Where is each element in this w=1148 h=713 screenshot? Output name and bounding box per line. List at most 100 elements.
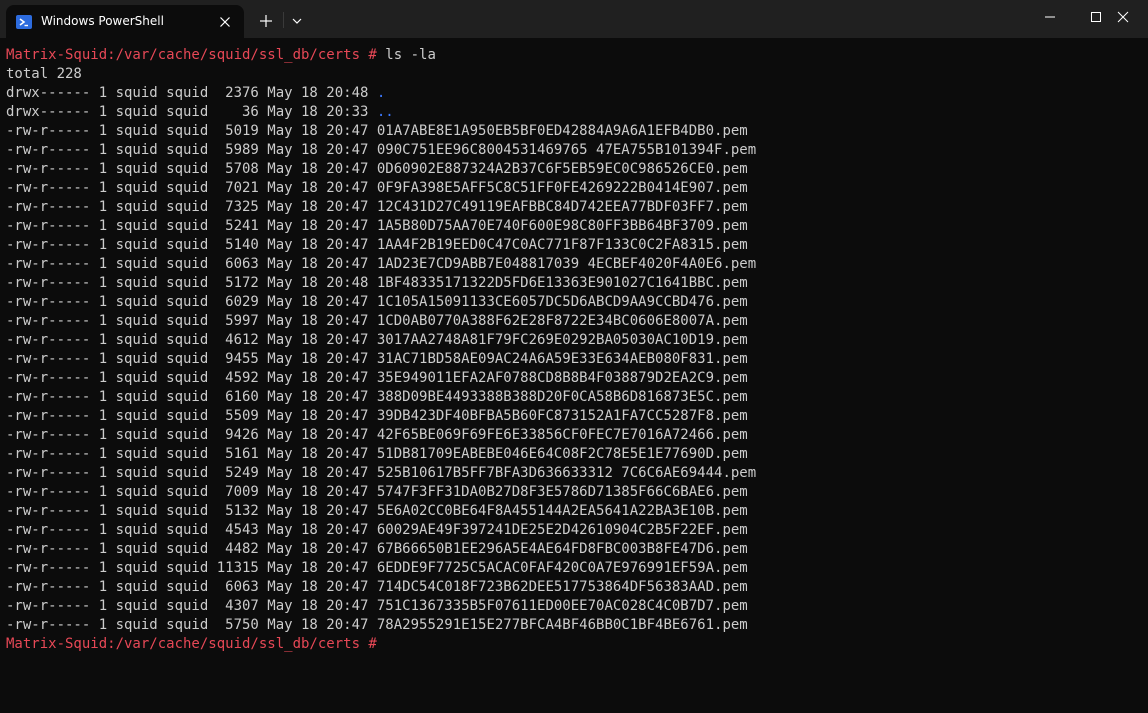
file-meta: -rw-r----- 1 squid squid 6063 May 18 20:… <box>6 579 377 595</box>
file-meta: -rw-r----- 1 squid squid 7325 May 18 20:… <box>6 199 377 215</box>
file-name: 1A5B80D75AA70E740F600E98C80FF3BB64BF3709… <box>376 218 748 234</box>
plus-icon[interactable] <box>257 12 275 30</box>
list-item: -rw-r----- 1 squid squid 6029 May 18 20:… <box>6 293 1142 312</box>
file-name: 67B66650B1EE296A5E4AE64FD8FBC003B8FE47D6… <box>376 541 748 557</box>
terminal-output[interactable]: Matrix-Squid:/var/cache/squid/ssl_db/cer… <box>6 46 1142 654</box>
file-name: 3017AA2748A81F79FC269E0292BA05030AC10D19… <box>376 332 748 348</box>
prompt: Matrix-Squid:/var/cache/squid/ssl_db/cer… <box>6 47 386 63</box>
file-meta: -rw-r----- 1 squid squid 9455 May 18 20:… <box>6 351 377 367</box>
final-prompt-line: Matrix-Squid:/var/cache/squid/ssl_db/cer… <box>6 635 1142 654</box>
file-meta: drwx------ 1 squid squid 2376 May 18 20:… <box>6 85 377 101</box>
powershell-icon <box>16 15 32 29</box>
tab-windows-powershell[interactable]: Windows PowerShell <box>6 5 244 38</box>
file-meta: -rw-r----- 1 squid squid 4543 May 18 20:… <box>6 522 377 538</box>
list-item: -rw-r----- 1 squid squid 5132 May 18 20:… <box>6 502 1142 521</box>
minimize-icon <box>1045 16 1055 18</box>
file-meta: -rw-r----- 1 squid squid 7009 May 18 20:… <box>6 484 377 500</box>
file-meta: -rw-r----- 1 squid squid 5989 May 18 20:… <box>6 142 377 158</box>
file-meta: -rw-r----- 1 squid squid 5241 May 18 20:… <box>6 218 377 234</box>
list-item: -rw-r----- 1 squid squid 5140 May 18 20:… <box>6 236 1142 255</box>
file-meta: -rw-r----- 1 squid squid 9426 May 18 20:… <box>6 427 377 443</box>
list-item: -rw-r----- 1 squid squid 11315 May 18 20… <box>6 559 1142 578</box>
list-item: drwx------ 1 squid squid 36 May 18 20:33… <box>6 103 1142 122</box>
list-item: -rw-r----- 1 squid squid 4307 May 18 20:… <box>6 597 1142 616</box>
file-name: 388D09BE4493388B388D20F0CA58B6D816873E5C… <box>376 389 748 405</box>
title-bar: Windows PowerShell <box>0 0 1148 38</box>
list-item: -rw-r----- 1 squid squid 5249 May 18 20:… <box>6 464 1142 483</box>
list-item: -rw-r----- 1 squid squid 5708 May 18 20:… <box>6 160 1142 179</box>
list-item: -rw-r----- 1 squid squid 7009 May 18 20:… <box>6 483 1142 502</box>
file-meta: -rw-r----- 1 squid squid 11315 May 18 20… <box>6 560 377 576</box>
file-meta: -rw-r----- 1 squid squid 5750 May 18 20:… <box>6 617 377 633</box>
file-meta: -rw-r----- 1 squid squid 5132 May 18 20:… <box>6 503 377 519</box>
file-meta: -rw-r----- 1 squid squid 4592 May 18 20:… <box>6 370 377 386</box>
list-item: -rw-r----- 1 squid squid 5509 May 18 20:… <box>6 407 1142 426</box>
list-item: -rw-r----- 1 squid squid 4543 May 18 20:… <box>6 521 1142 540</box>
list-item: -rw-r----- 1 squid squid 6063 May 18 20:… <box>6 578 1142 597</box>
file-name: 751C1367335B5F07611ED00EE70AC028C4C0B7D7… <box>376 598 748 614</box>
list-item: -rw-r----- 1 squid squid 5750 May 18 20:… <box>6 616 1142 635</box>
file-meta: -rw-r----- 1 squid squid 5249 May 18 20:… <box>6 465 377 481</box>
file-meta: -rw-r----- 1 squid squid 5172 May 18 20:… <box>6 275 377 291</box>
window-close-button[interactable] <box>1100 5 1146 31</box>
list-item: -rw-r----- 1 squid squid 9426 May 18 20:… <box>6 426 1142 445</box>
file-name: 31AC71BD58AE09AC24A6A59E33E634AEB080F831… <box>376 351 748 367</box>
final-prompt: Matrix-Squid:/var/cache/squid/ssl_db/cer… <box>6 636 377 652</box>
directory-name: .. <box>376 104 394 120</box>
file-meta: -rw-r----- 1 squid squid 7021 May 18 20:… <box>6 180 377 196</box>
file-name: 1BF48335171322D5FD6E13363E901027C1641BBC… <box>376 275 748 291</box>
chevron-down-icon[interactable] <box>289 12 305 30</box>
file-meta: -rw-r----- 1 squid squid 6029 May 18 20:… <box>6 294 377 310</box>
file-meta: -rw-r----- 1 squid squid 4307 May 18 20:… <box>6 598 377 614</box>
command-line: Matrix-Squid:/var/cache/squid/ssl_db/cer… <box>6 46 1142 65</box>
close-icon[interactable] <box>216 13 234 31</box>
command: ls -la <box>385 47 436 63</box>
list-item: -rw-r----- 1 squid squid 4612 May 18 20:… <box>6 331 1142 350</box>
file-name: 51DB81709EABEBE046E64C08F2C78E5E1E77690D… <box>376 446 748 462</box>
tab-title: Windows PowerShell <box>41 14 164 28</box>
file-meta: drwx------ 1 squid squid 36 May 18 20:33 <box>6 104 377 120</box>
file-meta: -rw-r----- 1 squid squid 5019 May 18 20:… <box>6 123 377 139</box>
list-item: -rw-r----- 1 squid squid 5989 May 18 20:… <box>6 141 1142 160</box>
file-name: 525B10617B5FF7BFA3D636633312 7C6C6AE6944… <box>376 465 757 481</box>
list-item: -rw-r----- 1 squid squid 4482 May 18 20:… <box>6 540 1142 559</box>
terminal-window: Windows PowerShell Matrix-Squid:/var/cac… <box>0 0 1148 713</box>
file-name: 01A7ABE8E1A950EB5BF0ED42884A9A6A1EFB4DB0… <box>376 123 748 139</box>
file-name: 090C751EE96C8004531469765 47EA755B101394… <box>376 142 757 158</box>
list-item: -rw-r----- 1 squid squid 5172 May 18 20:… <box>6 274 1142 293</box>
tab-divider <box>283 12 284 28</box>
file-name: 12C431D27C49119EAFBBC84D742EEA77BDF03FF7… <box>376 199 748 215</box>
list-item: -rw-r----- 1 squid squid 5019 May 18 20:… <box>6 122 1142 141</box>
file-name: 1AD23E7CD9ABB7E048817039 4ECBEF4020F4A0E… <box>376 256 757 272</box>
listing: drwx------ 1 squid squid 2376 May 18 20:… <box>6 84 1142 635</box>
file-name: 714DC54C018F723B62DEE517753864DF56383AAD… <box>376 579 748 595</box>
file-meta: -rw-r----- 1 squid squid 5708 May 18 20:… <box>6 161 377 177</box>
file-meta: -rw-r----- 1 squid squid 5140 May 18 20:… <box>6 237 377 253</box>
file-name: 42F65BE069F69FE6E33856CF0FEC7E7016A72466… <box>376 427 748 443</box>
file-name: 78A2955291E15E277BFCA4BF46BB0C1BF4BE6761… <box>376 617 748 633</box>
total-line: total 228 <box>6 66 82 82</box>
file-name: 1AA4F2B19EED0C47C0AC771F87F133C0C2FA8315… <box>376 237 748 253</box>
file-meta: -rw-r----- 1 squid squid 5997 May 18 20:… <box>6 313 377 329</box>
minimize-button[interactable] <box>1027 5 1073 31</box>
file-name: 60029AE49F397241DE25E2D42610904C2B5F22EF… <box>376 522 748 538</box>
file-meta: -rw-r----- 1 squid squid 4612 May 18 20:… <box>6 332 377 348</box>
file-meta: -rw-r----- 1 squid squid 6160 May 18 20:… <box>6 389 377 405</box>
list-item: -rw-r----- 1 squid squid 5161 May 18 20:… <box>6 445 1142 464</box>
list-item: -rw-r----- 1 squid squid 4592 May 18 20:… <box>6 369 1142 388</box>
file-name: 0D60902E887324A2B37C6F5EB59EC0C986526CE0… <box>376 161 748 177</box>
list-item: -rw-r----- 1 squid squid 9455 May 18 20:… <box>6 350 1142 369</box>
file-name: 5747F3FF31DA0B27D8F3E5786D71385F66C6BAE6… <box>376 484 748 500</box>
list-item: -rw-r----- 1 squid squid 7325 May 18 20:… <box>6 198 1142 217</box>
file-name: 1CD0AB0770A388F62E28F8722E34BC0606E8007A… <box>376 313 748 329</box>
file-name: 35E949011EFA2AF0788CD8B8B4F038879D2EA2C9… <box>376 370 748 386</box>
list-item: -rw-r----- 1 squid squid 5997 May 18 20:… <box>6 312 1142 331</box>
list-item: -rw-r----- 1 squid squid 6063 May 18 20:… <box>6 255 1142 274</box>
file-name: 39DB423DF40BFBA5B60FC873152A1FA7CC5287F8… <box>376 408 748 424</box>
list-item: drwx------ 1 squid squid 2376 May 18 20:… <box>6 84 1142 103</box>
file-name: 1C105A15091133CE6057DC5D6ABCD9AA9CCBD476… <box>376 294 748 310</box>
window-close-icon <box>1117 11 1129 23</box>
file-name: 6EDDE9F7725C5ACAC0FAF420C0A7E976991EF59A… <box>376 560 748 576</box>
list-item: -rw-r----- 1 squid squid 6160 May 18 20:… <box>6 388 1142 407</box>
file-meta: -rw-r----- 1 squid squid 5509 May 18 20:… <box>6 408 377 424</box>
